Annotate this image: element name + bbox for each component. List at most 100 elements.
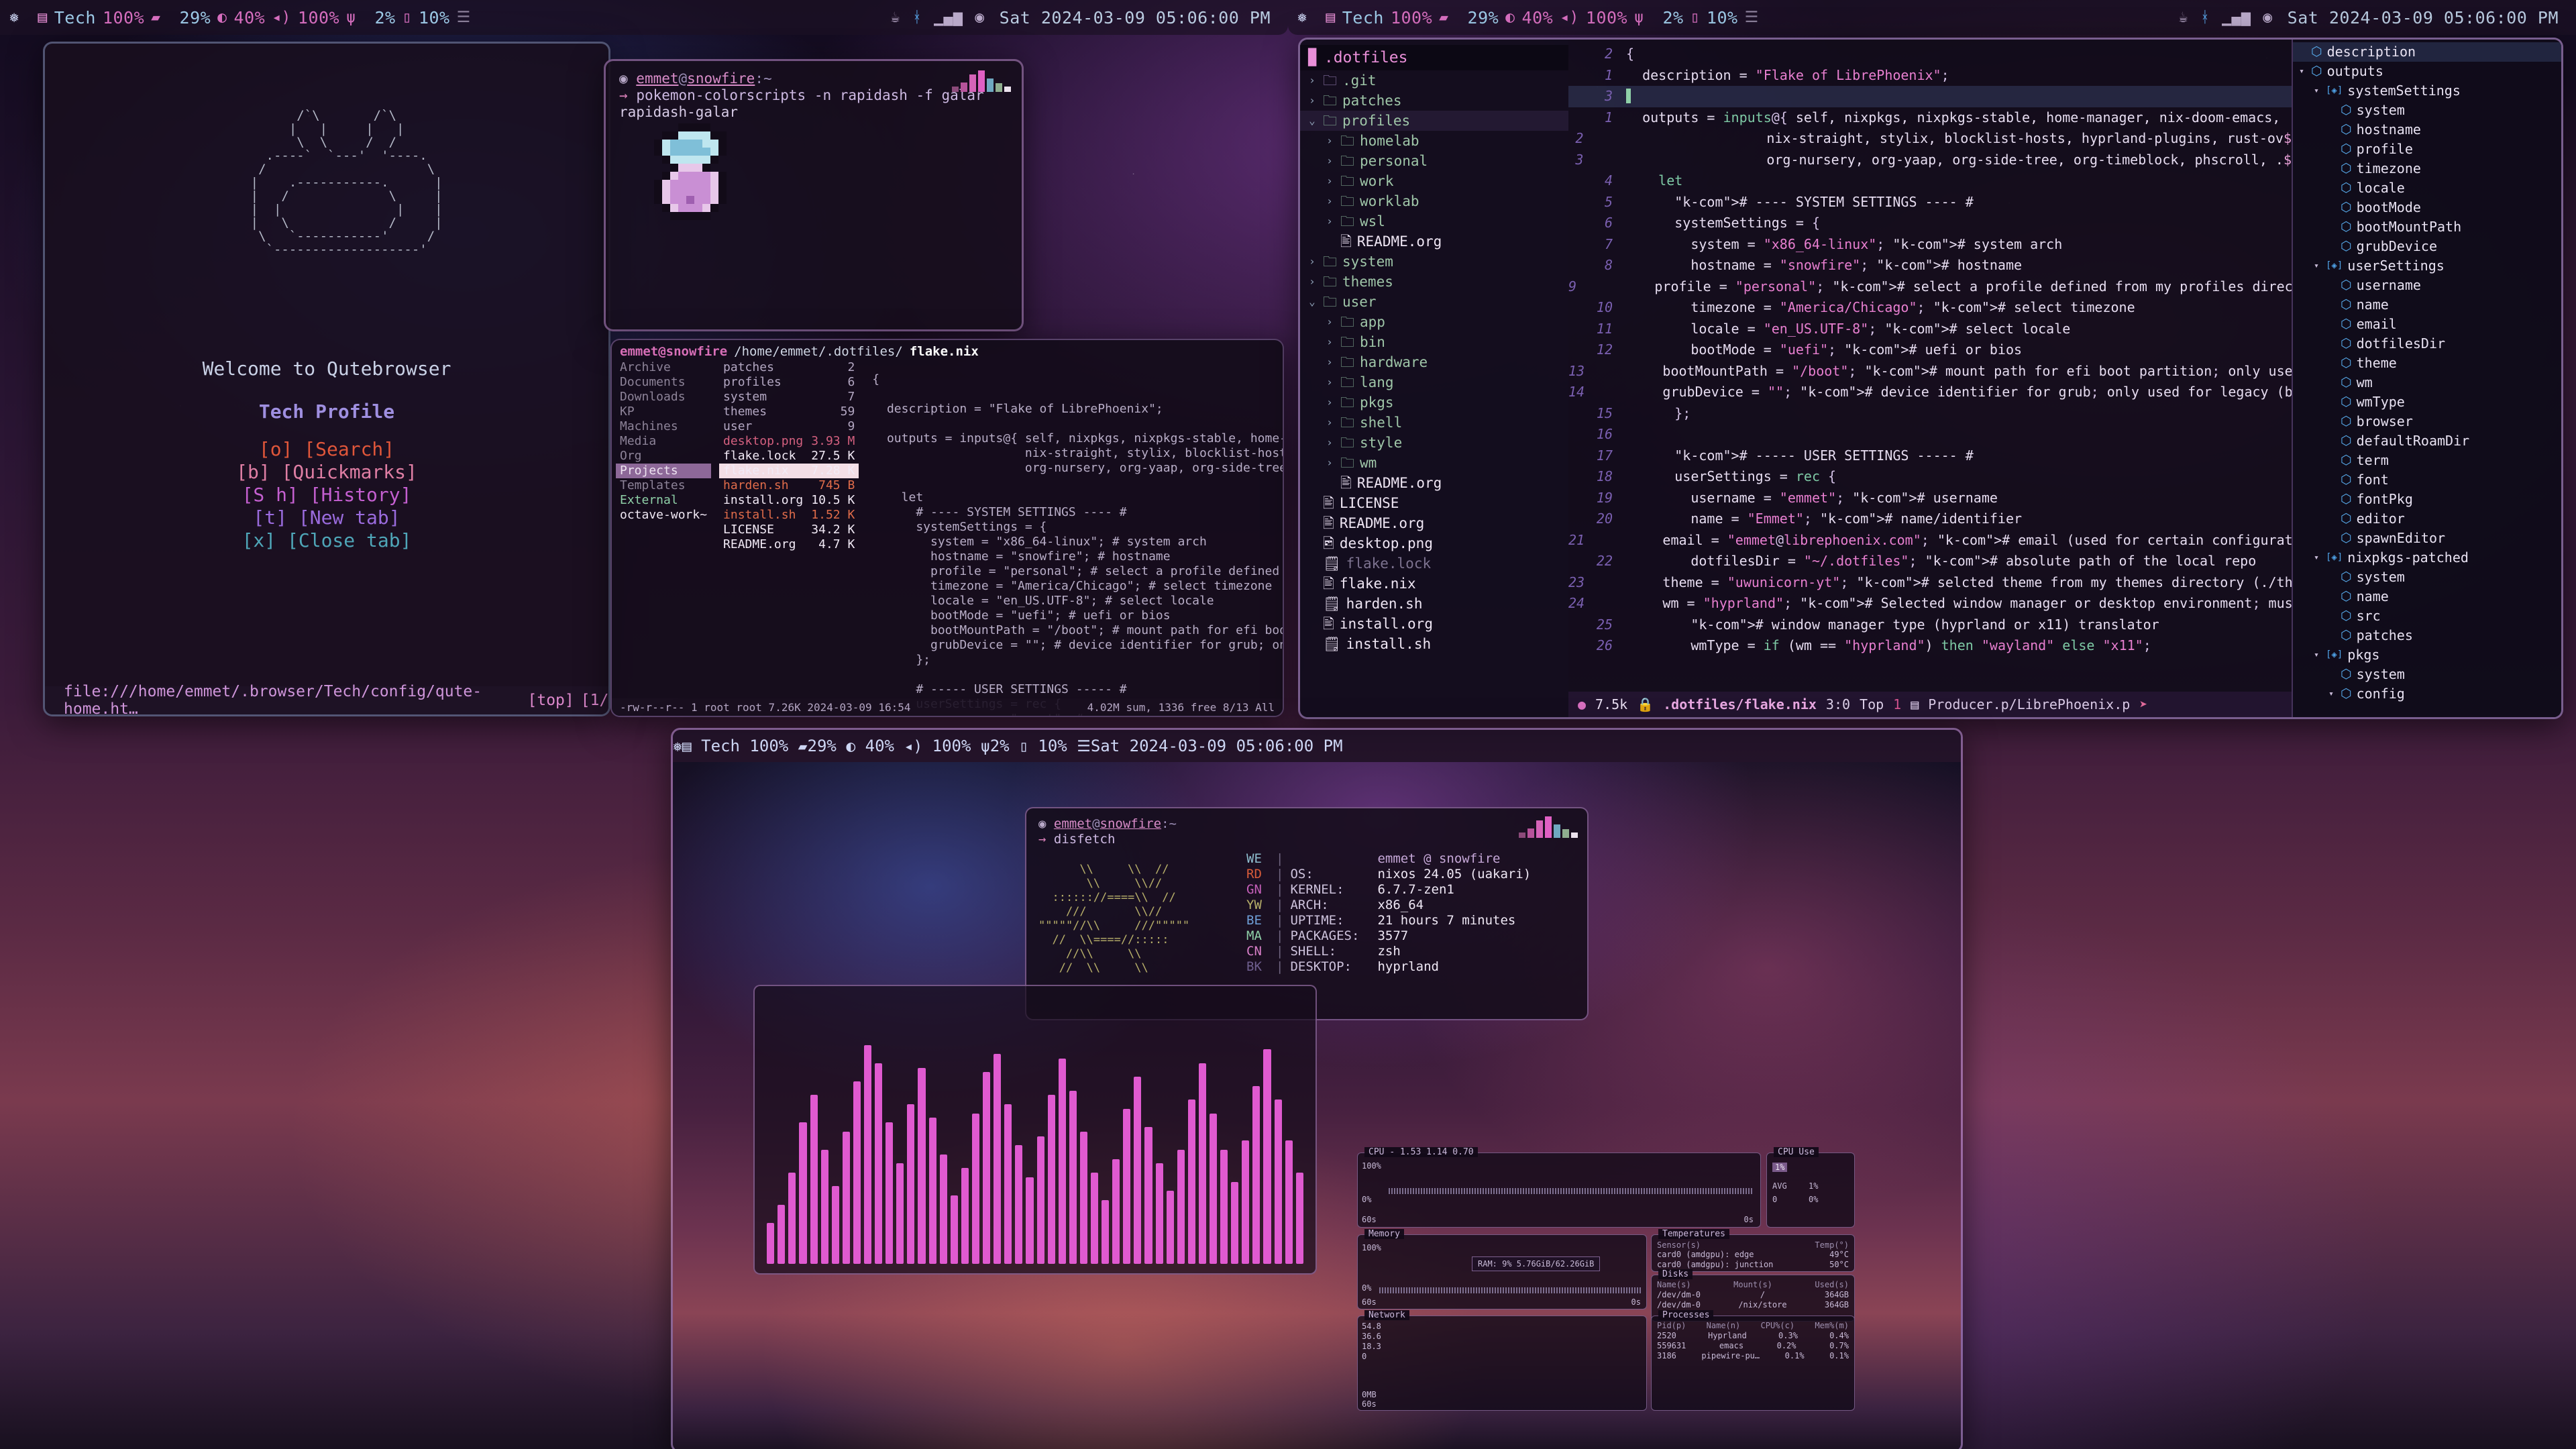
nix-snowflake-icon[interactable]: ❅ (673, 738, 682, 755)
btop-system-monitor[interactable]: CPU - 1.53 1.14 0.70 100% 0% 60s 0s CPU … (1357, 1147, 1855, 1414)
status-bar-right[interactable]: ❅ ▤ Tech 100% ▰ 29% ◐ 40% ◂) 100% ψ 2% ▯… (1288, 0, 2576, 35)
emacs-code-line[interactable]: 2{ (1568, 44, 2292, 65)
nix-snowflake-icon[interactable]: ❅ (1297, 9, 1307, 25)
treemacs-directory-row[interactable]: › 🗀 worklab (1300, 191, 1568, 211)
chevron-icon[interactable]: › (1324, 211, 1335, 231)
btop-process-column-header[interactable]: Mem%(m) (1815, 1321, 1849, 1330)
disc-icon[interactable]: ◉ (2263, 9, 2272, 25)
emacs-code-line[interactable]: 8 hostname = "snowfire"; "k-com"># hostn… (1568, 255, 2292, 276)
qutebrowser-shortcut[interactable]: [b] [Quickmarks] (45, 461, 608, 484)
ranger-file-row[interactable]: harden.sh 745 B (719, 478, 859, 493)
btop-process-column-header[interactable]: Name(n) (1707, 1321, 1741, 1330)
emacs-code-line[interactable]: 6 systemSettings = { (1568, 213, 2292, 234)
ranger-parent-item[interactable]: External (616, 493, 711, 508)
emacs-code-line[interactable]: 22 dotfilesDir = "~/.dotfiles"; "k-com">… (1568, 551, 2292, 572)
secondary-desktop-window[interactable]: ❅ ▤ Tech 100% ▰ 29% ◐ 40% ◂) 100% ψ 2% ▯… (671, 728, 1963, 1449)
imenu-outline-row[interactable]: ⬡ spawnEditor (2293, 529, 2561, 548)
imenu-outline-row[interactable]: ⬡ timezone (2293, 159, 2561, 178)
disc-icon[interactable]: ◉ (975, 9, 984, 25)
qutebrowser-shortcut-list[interactable]: [o] [Search] [b] [Quickmarks] [S h] [Histo… (45, 438, 608, 552)
treemacs-file-row[interactable]: 🖹 README.org (1300, 473, 1568, 493)
emacs-code-line[interactable]: 26 wmType = if (wm == "hyprland") then "… (1568, 635, 2292, 657)
emacs-code-line[interactable]: 7 system = "x86_64-linux"; "k-com"># sys… (1568, 234, 2292, 256)
imenu-outline-row[interactable]: ⬡ browser (2293, 412, 2561, 431)
system-tray[interactable]: ☕ ᚼ ▁▄▆ ◉ (2179, 9, 2288, 25)
imenu-outline-row[interactable]: ▾ [◈] userSettings (2293, 256, 2561, 276)
clock-right[interactable]: Sat 2024-03-09 05:06:00 PM (2288, 8, 2576, 28)
emacs-code-line[interactable]: 15 }; (1568, 403, 2292, 425)
imenu-outline-row[interactable]: ⬡ dotfilesDir (2293, 334, 2561, 354)
imenu-outline-row[interactable]: ⬡ src (2293, 606, 2561, 626)
emacs-code-lines[interactable]: 2{1 description = "Flake of LibrePhoenix… (1568, 40, 2292, 657)
imenu-outline-row[interactable]: ▾ [◈] pkgs (2293, 645, 2561, 665)
chevron-icon[interactable]: › (1324, 453, 1335, 473)
system-tray[interactable]: ☕ ᚼ ▁▄▆ ◉ (891, 9, 1000, 25)
emacs-imenu-outline[interactable]: ⬡ description ▾ ⬡ outputs ▾ [◈] systemSettings ⬡… (2292, 40, 2561, 717)
ranger-file-row[interactable]: LICENSE 34.2 K (719, 523, 859, 537)
btop-temperatures-panel[interactable]: Temperatures Sensor(s) Temp(°) card0 (am… (1651, 1229, 1855, 1272)
emacs-code-line[interactable]: 5 "k-com"># ---- SYSTEM SETTINGS ---- # (1568, 192, 2292, 213)
ranger-file-row[interactable]: README.org 4.7 K (719, 537, 859, 552)
chevron-icon[interactable]: › (1324, 332, 1335, 352)
treemacs-directory-row[interactable]: › 🗀 personal (1300, 151, 1568, 171)
btop-memory-panel[interactable]: Memory 100% 0% RAM: 9% 5.76GiB/62.26GiB … (1357, 1229, 1647, 1309)
ranger-file-row[interactable]: install.org 10.5 K (719, 493, 859, 508)
treemacs-file-row[interactable]: 🖹 README.org (1300, 513, 1568, 533)
imenu-outline-row[interactable]: ⬡ bootMode (2293, 198, 2561, 217)
clock-left[interactable]: Sat 2024-03-09 05:06:00 PM (1000, 8, 1288, 28)
imenu-outline-row[interactable]: ⬡ term (2293, 451, 2561, 470)
treemacs-directory-row[interactable]: › 🗀 homelab (1300, 131, 1568, 151)
chevron-icon[interactable]: › (1324, 392, 1335, 413)
emacs-code-line[interactable]: 9 profile = "personal"; "k-com"># select… (1568, 276, 2292, 298)
emacs-treemacs-sidebar[interactable]: ▉ .dotfiles › 🗀 .git › 🗀 patches ⌄ 🗀 profiles › 🗀 h… (1300, 40, 1568, 717)
chevron-icon[interactable]: › (1307, 70, 1318, 91)
emacs-code-line[interactable]: 25 "k-com"># window manager type (hyprla… (1568, 614, 2292, 636)
emacs-code-line[interactable]: 17 "k-com"># ----- USER SETTINGS ----- # (1568, 445, 2292, 467)
qutebrowser-shortcut[interactable]: [o] [Search] (45, 438, 608, 461)
imenu-outline-row[interactable]: ⬡ system (2293, 101, 2561, 120)
emacs-code-line[interactable]: 13 bootMountPath = "/boot"; "k-com"># mo… (1568, 361, 2292, 382)
btop-cpu-panel[interactable]: CPU - 1.53 1.14 0.70 100% 0% 60s 0s (1357, 1147, 1761, 1228)
chevron-icon[interactable]: › (1307, 91, 1318, 111)
disclosure-triangle-icon[interactable]: ▾ (2326, 684, 2336, 704)
disclosure-triangle-icon[interactable]: ▾ (2312, 548, 2321, 568)
treemacs-directory-row[interactable]: › 🗀 patches (1300, 91, 1568, 111)
imenu-outline-row[interactable]: ▾ [◈] systemSettings (2293, 81, 2561, 101)
bluetooth-icon[interactable]: ᚼ (912, 9, 922, 25)
imenu-outline-row[interactable]: ⬡ editor (2293, 509, 2561, 529)
emacs-code-line[interactable]: 1 description = "Flake of LibrePhoenix"; (1568, 65, 2292, 87)
bluetooth-icon[interactable]: ᚼ (2200, 9, 2210, 25)
ranger-file-row[interactable]: patches 2 (719, 360, 859, 375)
treemacs-file-row[interactable]: 🖹 README.org (1300, 231, 1568, 252)
ranger-file-row[interactable]: user 9 (719, 419, 859, 434)
imenu-outline-row[interactable]: ⬡ bootMountPath (2293, 217, 2561, 237)
ranger-file-row[interactable]: profiles 6 (719, 375, 859, 390)
emacs-code-line[interactable]: 19 username = "emmet"; "k-com"># usernam… (1568, 488, 2292, 509)
coffee-off-icon[interactable]: ☕ (2179, 9, 2188, 25)
emacs-code-line[interactable]: 2 nix-straight, stylix, blocklist-hosts,… (1568, 128, 2292, 150)
treemacs-directory-row[interactable]: › 🗀 system (1300, 252, 1568, 272)
treemacs-directory-row[interactable]: › 🗀 work (1300, 171, 1568, 191)
imenu-outline-row[interactable]: ⬡ defaultRoamDir (2293, 431, 2561, 451)
ranger-parent-column[interactable]: Archive Documents Downloads KP Machines Media… (612, 360, 715, 716)
treemacs-directory-row[interactable]: › 🗀 wsl (1300, 211, 1568, 231)
chevron-icon[interactable]: ⌄ (1307, 111, 1318, 131)
imenu-outline-row[interactable]: ⬡ name (2293, 587, 2561, 606)
treemacs-directory-row[interactable]: › 🗀 wm (1300, 453, 1568, 473)
imenu-outline-row[interactable]: ⬡ theme (2293, 354, 2561, 373)
btop-network-panel[interactable]: Network 54.8 36.6 18.3 0 0MB 60s (1357, 1310, 1647, 1411)
wifi-signal-icon[interactable]: ▁▄▆ (2222, 9, 2251, 25)
emacs-code-line[interactable]: 20 name = "Emmet"; "k-com"># name/identi… (1568, 508, 2292, 530)
treemacs-file-row[interactable]: 🖹 install.org (1300, 614, 1568, 634)
treemacs-directory-row[interactable]: › 🗀 .git (1300, 70, 1568, 91)
emacs-window[interactable]: ▉ .dotfiles › 🗀 .git › 🗀 patches ⌄ 🗀 profiles › 🗀 h… (1298, 38, 2563, 719)
chevron-icon[interactable]: › (1324, 191, 1335, 211)
emacs-code-line[interactable]: 11 locale = "en_US.UTF-8"; "k-com"># sel… (1568, 319, 2292, 340)
treemacs-file-row[interactable]: 🗒 flake.lock (1300, 553, 1568, 574)
imenu-outline-row[interactable]: ⬡ font (2293, 470, 2561, 490)
chevron-icon[interactable]: › (1324, 372, 1335, 392)
ranger-file-row[interactable]: system 7 (719, 390, 859, 405)
emacs-code-line[interactable]: 10 timezone = "America/Chicago"; "k-com"… (1568, 297, 2292, 319)
treemacs-file-row[interactable]: 🖹 flake.nix (1300, 574, 1568, 594)
ranger-parent-item[interactable]: KP (616, 405, 711, 419)
